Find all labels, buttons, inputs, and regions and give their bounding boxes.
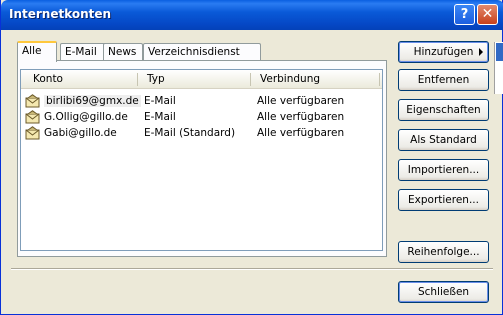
table-row[interactable]: Gabi@gillo.de E-Mail (Standard) Alle ver…	[21, 125, 382, 141]
column-separator	[137, 73, 138, 86]
column-separator	[379, 73, 380, 86]
account-type: E-Mail (Standard)	[144, 127, 236, 139]
internet-accounts-dialog: Internetkonten ? ✕ Alle E-Mail News Verz…	[0, 0, 503, 315]
account-connection: Alle verfügbaren	[257, 111, 345, 123]
properties-button[interactable]: Eigenschaften	[398, 99, 489, 121]
account-connection: Alle verfügbaren	[257, 127, 345, 139]
table-row[interactable]: G.Ollig@gillo.de E-Mail Alle verfügbaren	[21, 109, 382, 125]
arrow-right-icon	[479, 48, 483, 56]
column-separator	[250, 73, 251, 86]
account-type: E-Mail	[144, 111, 176, 123]
window-title: Internetkonten	[9, 7, 112, 21]
table-row[interactable]: birlibi69@gmx.de E-Mail Alle verfügbaren	[21, 93, 382, 109]
column-header-konto[interactable]: Konto	[33, 73, 63, 85]
tab-alle[interactable]: Alle	[17, 41, 57, 62]
account-name: birlibi69@gmx.de	[44, 95, 141, 107]
mail-account-icon	[25, 94, 40, 108]
close-window-button[interactable]: ✕	[477, 4, 498, 25]
column-header-typ[interactable]: Typ	[147, 73, 165, 85]
mail-account-icon	[25, 110, 40, 124]
help-button[interactable]: ?	[454, 4, 475, 25]
account-name: Gabi@gillo.de	[44, 127, 117, 139]
import-button[interactable]: Importieren...	[398, 159, 489, 181]
add-button-label: Hinzufügen	[413, 46, 474, 58]
account-name: G.Ollig@gillo.de	[44, 111, 128, 123]
tab-verzeichnisdienst[interactable]: Verzeichnisdienst	[143, 43, 261, 61]
column-header-verbindung[interactable]: Verbindung	[260, 73, 320, 85]
order-button[interactable]: Reihenfolge...	[398, 241, 489, 263]
account-type: E-Mail	[144, 95, 176, 107]
add-button[interactable]: Hinzufügen	[398, 41, 489, 63]
export-button[interactable]: Exportieren...	[398, 189, 489, 211]
close-button[interactable]: Schließen	[398, 281, 489, 303]
list-header: Konto Typ Verbindung	[21, 70, 382, 89]
tab-news[interactable]: News	[103, 43, 143, 61]
title-bar[interactable]: Internetkonten ? ✕	[1, 0, 503, 30]
mail-account-icon	[25, 126, 40, 140]
account-connection: Alle verfügbaren	[257, 95, 345, 107]
remove-button[interactable]: Entfernen	[398, 69, 489, 91]
add-submenu[interactable]	[494, 42, 503, 94]
divider	[11, 268, 493, 270]
accounts-list[interactable]: Konto Typ Verbindung birlibi69@gmx.de E-…	[20, 69, 383, 251]
set-default-button[interactable]: Als Standard	[398, 129, 489, 151]
